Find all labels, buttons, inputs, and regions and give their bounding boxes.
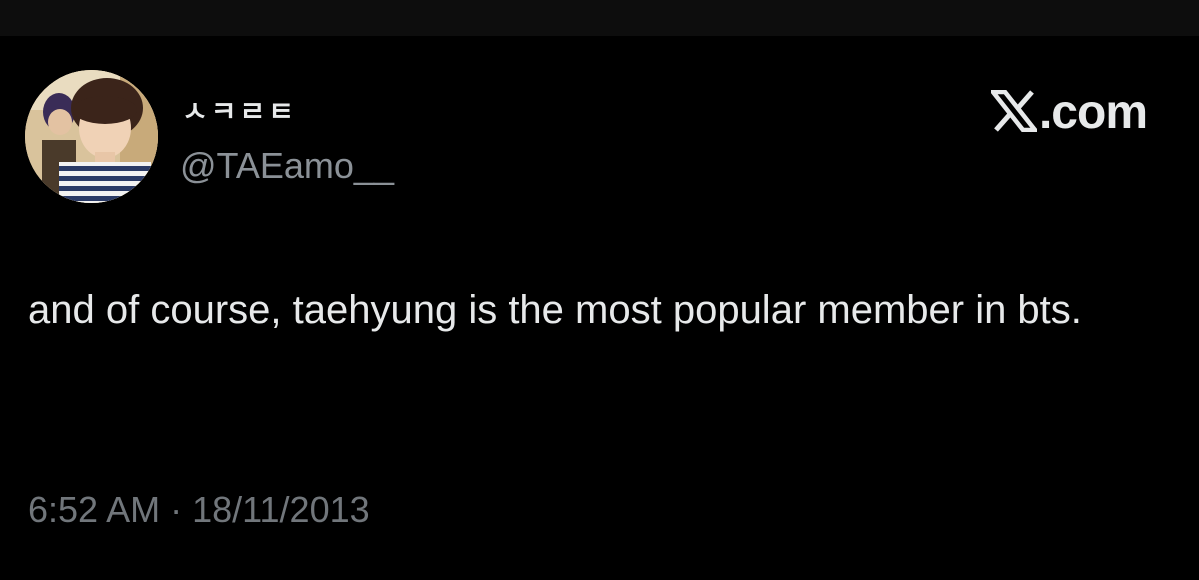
display-name[interactable]: ㅅㅋㄹㅌ <box>182 96 297 128</box>
x-logo-icon <box>988 89 1040 137</box>
brand-domain-label: .com <box>1038 86 1148 139</box>
tweet-card: ㅅㅋㄹㅌ @TAEamo__ .com and of course, taehy… <box>0 36 1199 580</box>
profile-photo <box>25 70 158 203</box>
meta-separator: · <box>170 489 183 530</box>
tweet-time: 6:52 AM <box>28 489 161 530</box>
tweet-text: and of course, taehyung is the most popu… <box>28 288 1082 332</box>
tweet-timestamp[interactable]: 6:52 AM · 18/11/2013 <box>28 488 370 532</box>
tweet-date: 18/11/2013 <box>192 489 370 530</box>
top-bar <box>0 0 1199 36</box>
user-handle[interactable]: @TAEamo__ <box>180 146 394 186</box>
x-brand: .com <box>988 86 1148 140</box>
avatar[interactable] <box>25 70 158 203</box>
